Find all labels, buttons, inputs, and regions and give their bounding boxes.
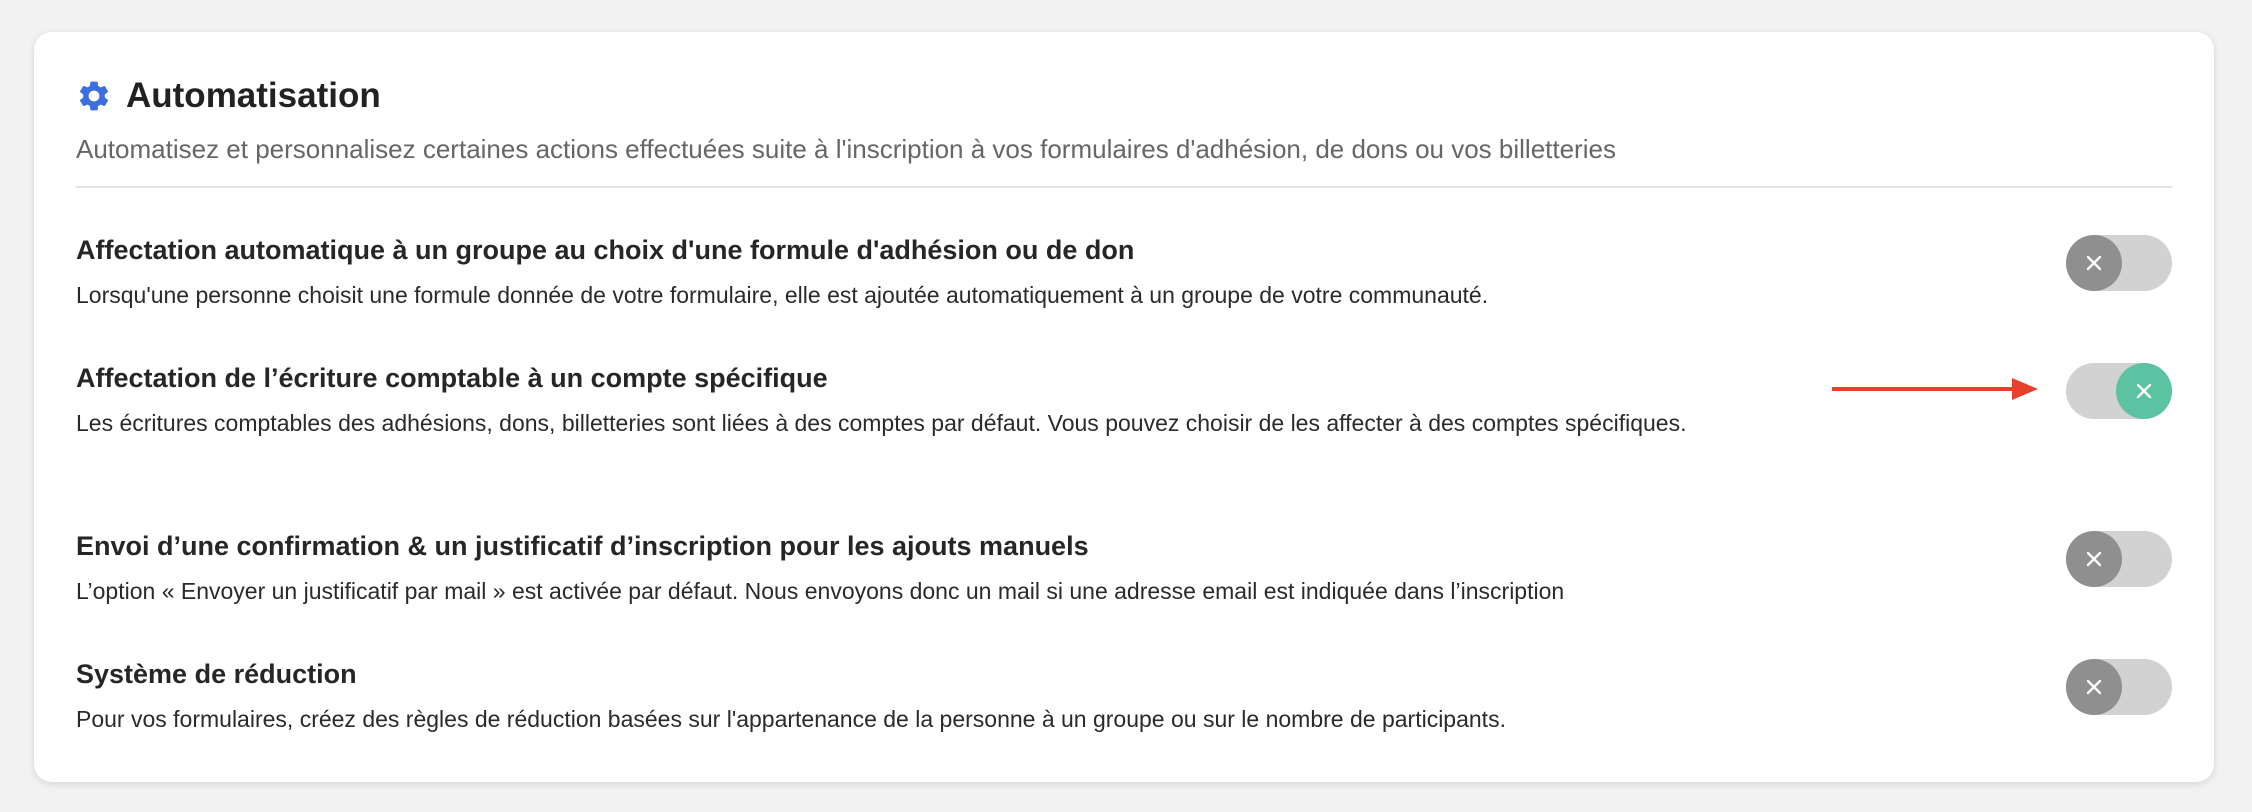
toggle-manual-confirmation[interactable] [2066, 531, 2172, 587]
toggle-knob [2066, 659, 2122, 715]
gear-icon [76, 78, 112, 114]
title-row: Automatisation [76, 70, 2172, 122]
automation-card: Automatisation Automatisez et personnali… [34, 32, 2214, 782]
setting-manual-confirmation: Envoi d’une confirmation & un justificat… [76, 528, 2172, 612]
setting-title: Affectation automatique à un groupe au c… [76, 235, 1135, 265]
arrow-right-icon [1832, 378, 2038, 400]
setting-description: L’option « Envoyer un justificatif par m… [76, 578, 1565, 604]
setting-description: Pour vos formulaires, créez des règles d… [76, 706, 1506, 732]
toggle-accounting-entry[interactable] [2066, 363, 2172, 419]
setting-description: Les écritures comptables des adhésions, … [76, 410, 1687, 436]
page-title: Automatisation [126, 76, 381, 115]
page-subtitle: Automatisez et personnalisez certaines a… [76, 134, 1616, 164]
toggle-group-assignment[interactable] [2066, 235, 2172, 291]
close-icon [2086, 255, 2102, 271]
close-icon [2086, 679, 2102, 695]
setting-description: Lorsqu'une personne choisit une formule … [76, 282, 1489, 308]
toggle-knob [2116, 363, 2172, 419]
header-divider [76, 186, 2172, 188]
toggle-knob [2066, 531, 2122, 587]
card-header: Automatisation Automatisez et personnali… [76, 70, 2172, 165]
toggle-discount-system[interactable] [2066, 659, 2172, 715]
setting-title: Système de réduction [76, 659, 357, 689]
close-icon [2086, 551, 2102, 567]
setting-group-assignment: Affectation automatique à un groupe au c… [76, 232, 2172, 316]
close-icon [2136, 383, 2152, 399]
setting-discount-system: Système de réduction Pour vos formulaire… [76, 656, 2172, 740]
toggle-knob [2066, 235, 2122, 291]
setting-title: Envoi d’une confirmation & un justificat… [76, 531, 1089, 561]
